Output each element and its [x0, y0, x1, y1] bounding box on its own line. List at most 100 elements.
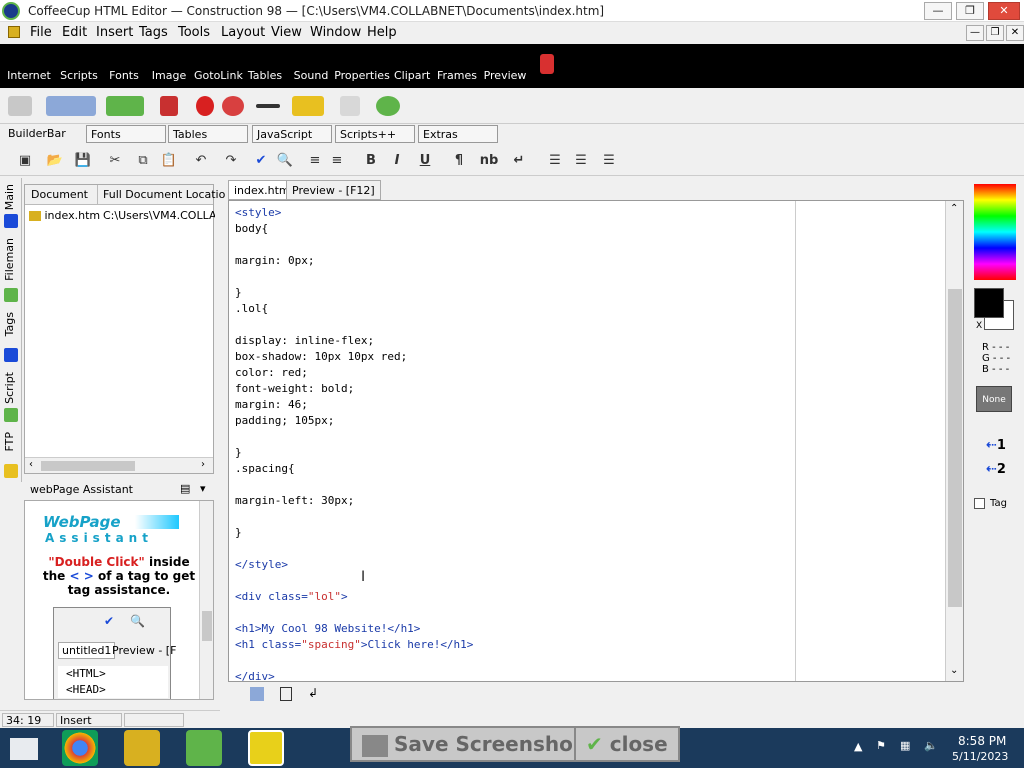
- maximize-button[interactable]: ❐: [956, 2, 984, 20]
- scroll-thumb[interactable]: [41, 461, 135, 471]
- tab-tables[interactable]: Tables: [168, 125, 248, 143]
- menu-edit[interactable]: Edit: [62, 25, 87, 40]
- fill-icon[interactable]: [106, 96, 144, 116]
- chrome-icon[interactable]: [62, 730, 98, 766]
- column-document[interactable]: Document: [31, 188, 88, 201]
- tab-builderbar[interactable]: BuilderBar: [4, 125, 84, 143]
- code-line[interactable]: </style>: [235, 557, 473, 573]
- code-line[interactable]: <div class="lol">: [235, 589, 473, 605]
- sidebar-tab-main[interactable]: Main: [3, 184, 19, 210]
- menu-layout[interactable]: Layout: [221, 25, 265, 40]
- flag-icon[interactable]: ⚑: [876, 739, 886, 752]
- code-line[interactable]: [235, 653, 473, 669]
- code-line[interactable]: [235, 477, 473, 493]
- code-line[interactable]: [235, 317, 473, 333]
- frames-button[interactable]: Frames: [436, 46, 478, 86]
- code-line[interactable]: }: [235, 525, 473, 541]
- italic-button[interactable]: I: [388, 152, 406, 170]
- undo-icon[interactable]: ↶: [192, 152, 210, 170]
- code-line[interactable]: margin: 0px;: [235, 253, 473, 269]
- internet-button[interactable]: Internet: [6, 46, 52, 86]
- tab-extras[interactable]: Extras: [418, 125, 498, 143]
- scroll-right-icon[interactable]: ›: [201, 459, 205, 470]
- code-line[interactable]: }: [235, 445, 473, 461]
- doc-hscrollbar[interactable]: ‹ ›: [25, 457, 213, 473]
- paragraph-button[interactable]: ¶: [450, 152, 468, 170]
- tag-checkbox[interactable]: [974, 498, 985, 509]
- record-stop-icon[interactable]: [222, 96, 244, 116]
- panel-icon[interactable]: [280, 687, 292, 701]
- menu-help[interactable]: Help: [367, 25, 397, 40]
- close-window-button[interactable]: ✕: [988, 2, 1020, 20]
- document-row[interactable]: index.htm C:\Users\VM4.COLLAB: [29, 209, 215, 225]
- pointer-icon[interactable]: [8, 96, 32, 116]
- gotolink-button[interactable]: GotoLink: [194, 46, 243, 86]
- scroll-up-icon[interactable]: ⌃: [950, 203, 958, 214]
- paste-icon[interactable]: 📋: [160, 152, 178, 170]
- open-icon[interactable]: 📂: [46, 152, 64, 170]
- preview-button[interactable]: Preview: [482, 46, 528, 86]
- assistant-dropdown-icon[interactable]: ▾: [200, 482, 206, 495]
- list-icon[interactable]: [160, 96, 178, 116]
- sidebar-tab-ftp[interactable]: FTP: [3, 432, 19, 452]
- nav-2-button[interactable]: ⇠2: [986, 462, 1006, 477]
- code-line[interactable]: .spacing{: [235, 461, 473, 477]
- code-line[interactable]: [235, 509, 473, 525]
- link-icon[interactable]: [46, 96, 96, 116]
- assistant-scroll-thumb[interactable]: [202, 611, 212, 641]
- code-line[interactable]: body{: [235, 221, 473, 237]
- redo-icon[interactable]: ↷: [222, 152, 240, 170]
- hr-icon[interactable]: [256, 104, 280, 108]
- assistant-scrollbar[interactable]: [199, 501, 213, 699]
- menu-window[interactable]: Window: [310, 25, 361, 40]
- code-line[interactable]: [235, 237, 473, 253]
- menu-view[interactable]: View: [271, 25, 302, 40]
- scripts-button[interactable]: Scripts: [58, 46, 100, 86]
- new-page-icon[interactable]: ▣: [16, 152, 34, 170]
- windows-start-icon[interactable]: [10, 738, 38, 760]
- code-line[interactable]: font-weight: bold;: [235, 381, 473, 397]
- code-line[interactable]: <h1 class="spacing">Click here!</h1>: [235, 637, 473, 653]
- clock-date[interactable]: 5/11/2023: [952, 750, 1008, 763]
- foreground-swatch[interactable]: [974, 288, 1004, 318]
- doc-icon[interactable]: [8, 26, 20, 38]
- code-line[interactable]: </div>: [235, 669, 473, 681]
- properties-button[interactable]: Properties: [334, 46, 390, 86]
- clock-time[interactable]: 8:58 PM: [958, 734, 1006, 748]
- tab-scripts-plus[interactable]: Scripts++: [335, 125, 415, 143]
- file-explorer-icon[interactable]: [124, 730, 160, 766]
- bold-button[interactable]: B: [362, 152, 380, 170]
- menu-tags[interactable]: Tags: [139, 25, 168, 40]
- hand-icon[interactable]: [340, 96, 360, 116]
- sound-button[interactable]: Sound: [292, 46, 330, 86]
- column-divider[interactable]: [97, 185, 98, 205]
- code-line[interactable]: [235, 269, 473, 285]
- volume-icon[interactable]: 🔈: [924, 739, 938, 752]
- close-session-button[interactable]: ✔ close: [574, 726, 680, 762]
- code-editor[interactable]: <style> body{ margin: 0px; } .lol{ display…: [228, 200, 964, 682]
- scroll-down-icon[interactable]: ⌄: [950, 665, 958, 676]
- code-line[interactable]: [235, 605, 473, 621]
- menu-file[interactable]: File: [30, 25, 52, 40]
- editor-scroll-thumb[interactable]: [948, 289, 962, 607]
- minimize-button[interactable]: —: [924, 2, 952, 20]
- return-icon[interactable]: ↲: [308, 686, 318, 700]
- editor-vscrollbar[interactable]: ⌃ ⌄: [945, 201, 963, 681]
- cut-icon[interactable]: ✂: [106, 152, 124, 170]
- scroll-left-icon[interactable]: ‹: [29, 459, 33, 470]
- menu-insert[interactable]: Insert: [96, 25, 133, 40]
- sidebar-tab-fileman[interactable]: Fileman: [3, 238, 19, 281]
- save-icon[interactable]: 💾: [74, 152, 92, 170]
- save-screenshot-button[interactable]: Save Screensho: [350, 726, 585, 762]
- nbsp-button[interactable]: nb: [478, 152, 500, 170]
- code-line[interactable]: }: [235, 285, 473, 301]
- page-icon[interactable]: [250, 687, 264, 701]
- mdi-restore-button[interactable]: ❐: [986, 25, 1004, 41]
- clipart-button[interactable]: Clipart: [394, 46, 430, 86]
- color-spectrum[interactable]: [974, 184, 1016, 280]
- break-button[interactable]: ↵: [510, 152, 528, 170]
- align-left-icon[interactable]: ☰: [546, 152, 564, 170]
- nav-1-button[interactable]: ⇠1: [986, 438, 1006, 453]
- coffeecup-icon[interactable]: [248, 730, 284, 766]
- tab-javascript[interactable]: JavaScript: [252, 125, 332, 143]
